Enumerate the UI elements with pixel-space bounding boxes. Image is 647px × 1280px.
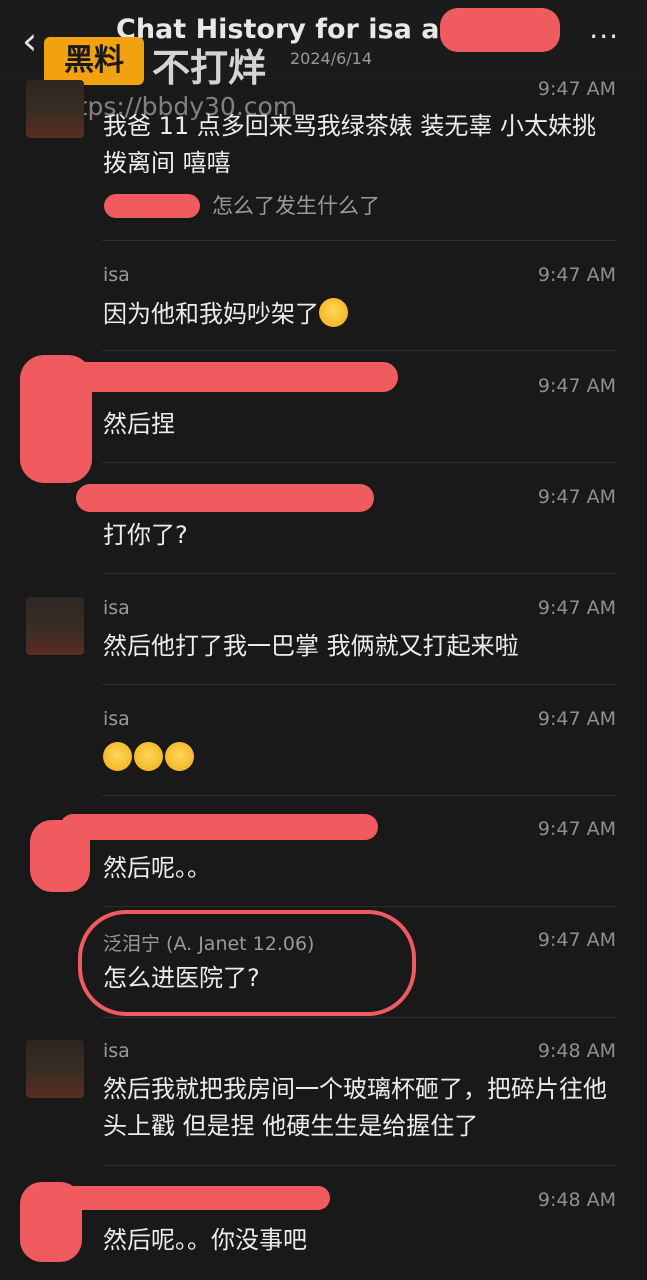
message-text: 然后捏 [103,410,175,438]
emoji-icon [134,742,163,771]
redaction-mark [104,194,200,218]
message-time: 9:48 AM [537,1189,616,1211]
message-time: 9:47 AM [537,78,616,100]
message-sender: isa [103,1040,130,1062]
redaction-mark [60,1186,330,1210]
divider [102,573,617,574]
emoji-icon [103,742,132,771]
message-sender: isa [103,264,130,286]
message-time: 9:47 AM [537,708,616,730]
message-time: 9:48 AM [537,1040,616,1062]
divider [102,906,617,907]
divider [102,1165,617,1166]
avatar[interactable] [26,1040,84,1098]
message-time: 9:47 AM [537,818,616,840]
message-text: 然后呢。。你没事吧 [103,1226,307,1254]
message-sender: isa [103,708,130,730]
message-time: 9:47 AM [537,597,616,619]
divider [102,684,617,685]
divider [102,350,617,351]
message-time: 9:47 AM [537,264,616,286]
watermark-name: 不打烊 [152,46,267,90]
message-text: 然后我就把我房间一个玻璃杯砸了，把碎片往他头上戳 但是捏 他硬生生是给握住了 [103,1075,607,1140]
message-time: 9:47 AM [537,486,616,508]
avatar[interactable] [26,80,84,138]
message-text: 我爸 11 点多回来骂我绿茶婊 装无辜 小太妹挑拨离间 嘻嘻 [103,112,597,177]
message-text: 怎么进医院了? [103,964,260,992]
emoji-icon [319,298,348,327]
emoji-icon [165,742,194,771]
divider [102,795,617,796]
divider [102,240,617,241]
redaction-mark [60,814,378,840]
redaction-mark [40,362,398,392]
back-button[interactable]: ‹ [22,22,44,60]
divider [102,1017,617,1018]
avatar[interactable] [26,597,84,655]
watermark-logo: 黑料 [44,37,144,85]
more-options-button[interactable]: ··· [589,20,619,53]
message-sender: isa [103,597,130,619]
message-text: 然后他打了我一巴掌 我俩就又打起来啦 [103,632,519,660]
message-text: 因为他和我妈吵架了 [103,296,613,333]
quoted-reply: 怎么了发生什么了 [212,194,380,218]
redaction-mark [440,8,560,52]
chat-date: 2024/6/14 [290,49,373,68]
message-text: 然后呢。。 [103,854,211,882]
message-text: 打你了? [103,521,188,549]
message-text [103,740,613,777]
message-time: 9:47 AM [537,929,616,951]
message-time: 9:47 AM [537,375,616,397]
redaction-mark [76,484,374,512]
message-sender: 泛泪宁 (A. Janet 12.06) [103,933,315,955]
divider [102,462,617,463]
message-text-content: 因为他和我妈吵架了 [103,300,319,328]
